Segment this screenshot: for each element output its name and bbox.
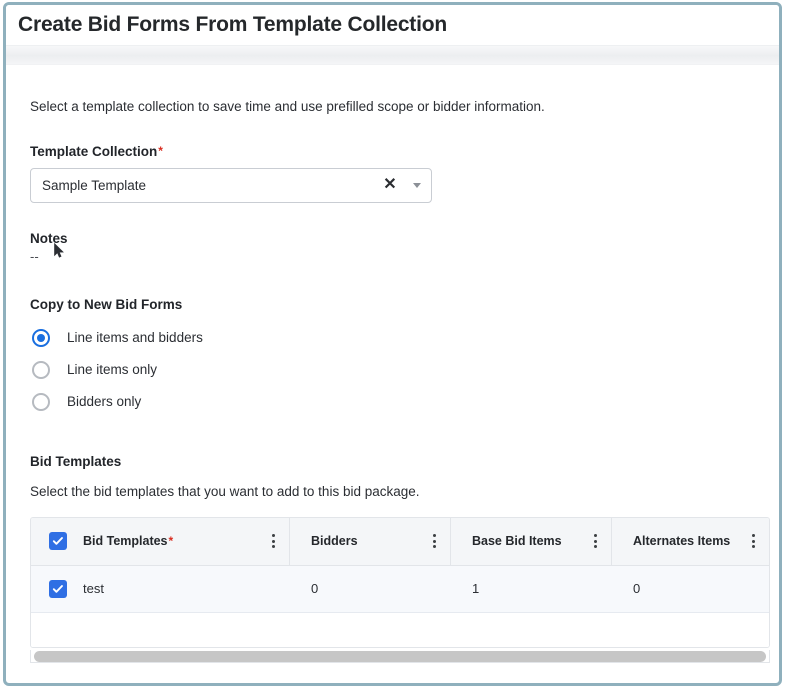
copy-options-label: Copy to New Bid Forms [30, 297, 755, 312]
cell-bid-template-name: test [31, 566, 290, 612]
bid-templates-section-subtitle: Select the bid templates that you want t… [30, 484, 755, 499]
column-header-label: Base Bid Items [472, 534, 562, 548]
template-collection-label: Template Collection* [30, 144, 755, 159]
alternates-items-count: 0 [633, 581, 640, 596]
title-divider-strip [6, 45, 779, 65]
chevron-down-icon[interactable] [403, 183, 431, 188]
required-asterisk: * [169, 534, 174, 548]
cell-alternates-items: 0 [612, 566, 769, 612]
cell-base-bid-items: 1 [451, 566, 612, 612]
check-icon [52, 583, 64, 595]
bidders-count: 0 [311, 581, 318, 596]
bid-templates-section-title: Bid Templates [30, 454, 755, 469]
radio-option-line-items-and-bidders[interactable]: Line items and bidders [30, 322, 755, 354]
mouse-cursor-icon [54, 243, 65, 259]
column-header-label: Bid Templates [83, 534, 168, 548]
table-empty-area [31, 613, 769, 647]
radio-indicator[interactable] [32, 361, 50, 379]
radio-option-label: Line items only [67, 362, 157, 377]
scrollbar-thumb[interactable] [34, 651, 766, 662]
cell-bidders: 0 [290, 566, 451, 612]
row-select-checkbox[interactable] [49, 580, 67, 598]
radio-option-bidders-only[interactable]: Bidders only [30, 386, 755, 418]
column-header-label: Bidders [311, 534, 358, 548]
column-menu-icon[interactable] [272, 534, 275, 548]
table-row[interactable]: test 0 1 0 [31, 566, 769, 613]
notes-label: Notes [30, 231, 755, 246]
column-header-alternates-items: Alternates Items [612, 518, 769, 565]
column-header-label: Alternates Items [633, 534, 730, 548]
radio-option-label: Bidders only [67, 394, 141, 409]
column-header-base-bid-items: Base Bid Items [451, 518, 612, 565]
template-collection-value: Sample Template [31, 178, 377, 193]
column-menu-icon[interactable] [594, 534, 597, 548]
close-x-icon[interactable]: ✕ [377, 177, 403, 193]
dialog-window: Create Bid Forms From Template Collectio… [3, 2, 782, 686]
radio-option-label: Line items and bidders [67, 330, 203, 345]
column-menu-icon[interactable] [433, 534, 436, 548]
required-asterisk: * [158, 144, 163, 158]
bid-templates-table: Bid Templates* Bidders Base Bid Items Al… [30, 517, 770, 648]
radio-indicator[interactable] [32, 329, 50, 347]
notes-value-wrap: -- [30, 249, 755, 265]
intro-description: Select a template collection to save tim… [30, 98, 755, 117]
column-header-bid-templates: Bid Templates* [31, 518, 290, 565]
copy-options-radio-group: Line items and bidders Line items only B… [30, 322, 755, 418]
bid-template-name: test [83, 581, 104, 596]
select-all-checkbox[interactable] [49, 532, 67, 550]
check-icon [52, 535, 64, 547]
page-title: Create Bid Forms From Template Collectio… [18, 13, 447, 37]
notes-value: -- [30, 249, 39, 264]
column-header-bidders: Bidders [290, 518, 451, 565]
template-collection-select[interactable]: Sample Template ✕ [30, 168, 432, 203]
base-bid-items-count: 1 [472, 581, 479, 596]
dialog-content: Select a template collection to save tim… [6, 98, 779, 663]
radio-option-line-items-only[interactable]: Line items only [30, 354, 755, 386]
column-menu-icon[interactable] [752, 534, 755, 548]
table-horizontal-scrollbar[interactable] [30, 650, 770, 663]
dialog-title-bar: Create Bid Forms From Template Collectio… [6, 5, 779, 45]
table-header-row: Bid Templates* Bidders Base Bid Items Al… [31, 518, 769, 566]
template-collection-label-text: Template Collection [30, 144, 157, 159]
radio-indicator[interactable] [32, 393, 50, 411]
